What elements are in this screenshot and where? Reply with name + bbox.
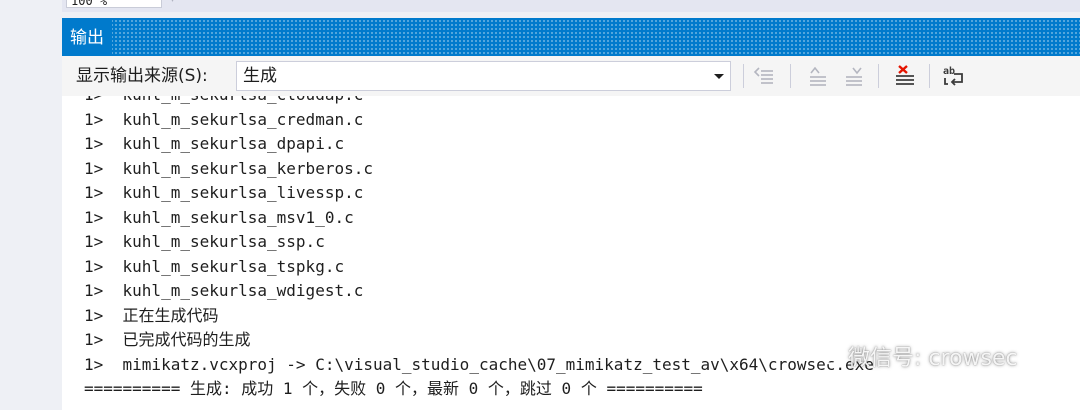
output-source-value: 生成 [243,66,277,86]
output-line: 1> 已完成代码的生成 [84,330,251,349]
output-line: 1> kuhl_m_sekurlsa_ssp.c [84,232,325,251]
zoom-dropdown-arrow-icon[interactable]: ▾ [170,0,186,8]
output-line: 1> kuhl_m_sekurlsa_livessp.c [84,183,364,202]
chevron-down-icon [714,74,724,79]
output-line: 1> mimikatz.vcxproj -> C:\visual_studio_… [84,354,874,374]
output-line: 1> 正在生成代码 [84,305,219,325]
output-line: ========== 生成: 成功 1 个，失败 0 个，最新 0 个，跳过 0… [84,379,703,398]
output-toolbar: 显示输出来源(S): 生成 ab [62,56,1080,96]
next-message-icon [846,67,862,86]
top-strip: 100 % ▾ [0,0,1080,12]
output-lines: 1> kuhl_m_sekurlsa_cloudap.c1> kuhl_m_se… [84,96,874,402]
show-output-from-label: 显示输出来源(S): [76,66,208,86]
output-line: 1> kuhl_m_sekurlsa_msv1_0.c [84,207,354,227]
zoom-level-box[interactable]: 100 % [66,0,162,8]
wechat-watermark: 微信号: crowsec [808,339,1018,379]
clear-all-button[interactable] [891,62,919,90]
toolbar-separator [929,64,930,88]
output-line: 1> kuhl_m_sekurlsa_dpapi.c [84,134,345,153]
clear-all-icon [896,65,914,85]
output-panel-titlebar[interactable]: 输出 [62,18,1080,56]
left-gutter [0,0,62,410]
next-message-button[interactable] [840,62,868,90]
output-line: 1> kuhl_m_sekurlsa_credman.c [84,109,364,129]
output-source-dropdown[interactable]: 生成 [236,61,731,91]
toolbar-separator [743,64,744,88]
output-panel-title: 输出 [62,18,112,56]
watermark-text: 微信号: crowsec [848,346,1018,371]
output-line: 1> kuhl_m_sekurlsa_tspkg.c [84,256,345,276]
toolbar-separator [790,64,791,88]
wechat-logo-icon [808,339,842,379]
output-line: 1> kuhl_m_sekurlsa_wdigest.c [84,281,364,300]
previous-message-icon [810,66,826,86]
find-message-in-code-button[interactable] [752,62,780,90]
svg-text:ab: ab [943,66,955,77]
toolbar-separator [878,64,879,88]
find-message-in-code-icon [753,67,773,84]
previous-message-button[interactable] [804,62,832,90]
output-line: 1> kuhl_m_sekurlsa_cloudap.c [84,96,874,108]
toggle-word-wrap-icon: ab [943,66,963,86]
output-line: 1> kuhl_m_sekurlsa_kerberos.c [84,158,373,178]
toggle-word-wrap-button[interactable]: ab [940,62,968,90]
